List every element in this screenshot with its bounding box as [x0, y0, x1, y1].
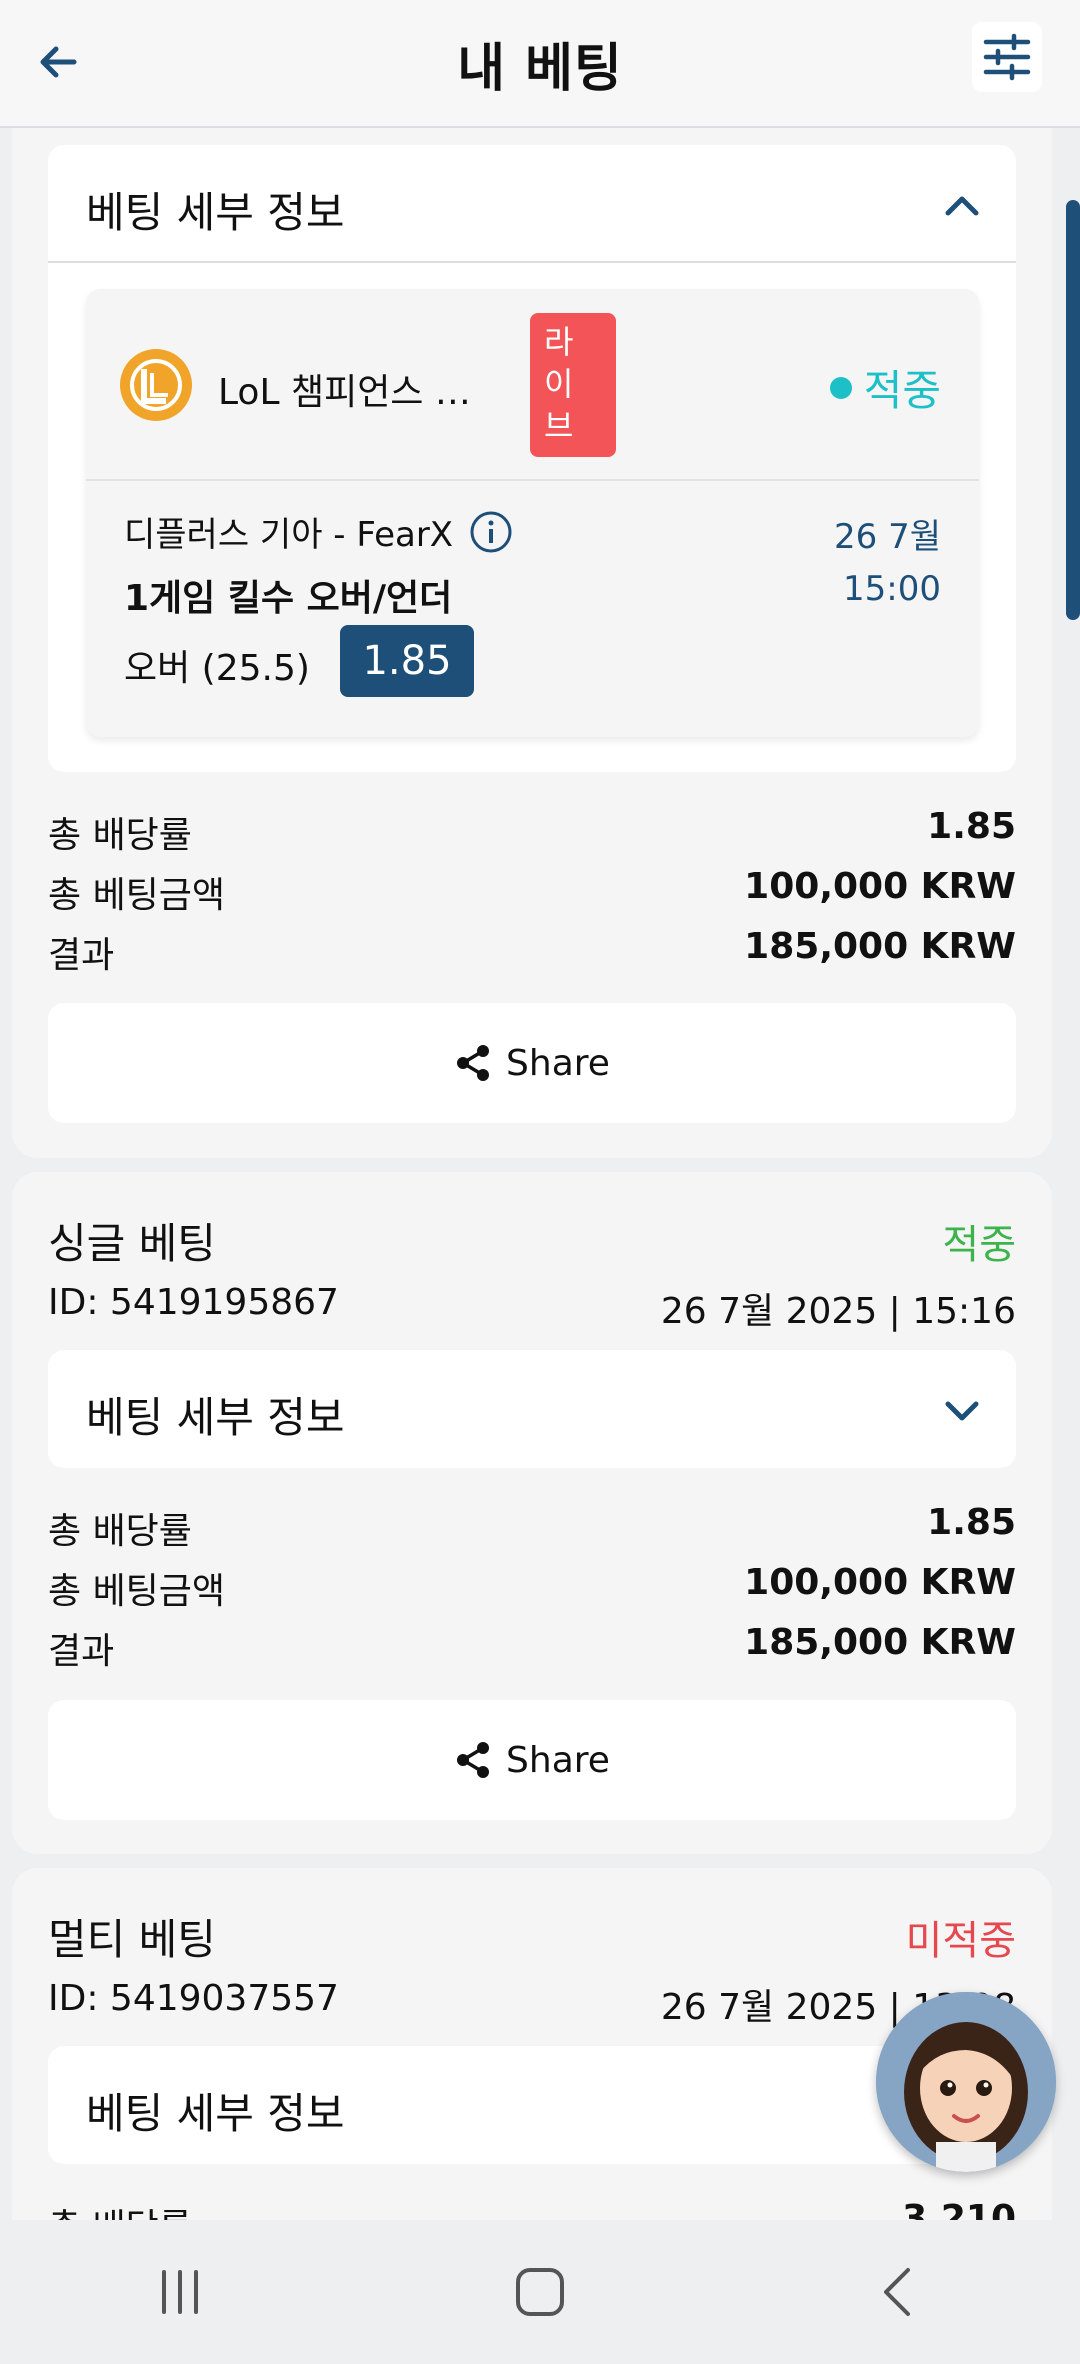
bet-id-row: ID: 5419037557 26 7월 2025 | 13:08 — [48, 1978, 1016, 2030]
match-date: 26 7월 — [834, 517, 941, 557]
bet-id-row: ID: 5419195867 26 7월 2025 | 15:16 — [48, 1282, 1016, 1334]
bet-datetime: 26 7월 2025 | 15:16 — [660, 1291, 1016, 1332]
match-name: 디플러스 기아 - FearX — [124, 507, 513, 556]
back-arrow-icon — [40, 46, 77, 78]
bet-details-panel: 베팅 세부 정보 LoL 챔피언스 … 라 이 브 적중 디플러스 기아 - F… — [48, 145, 1016, 772]
share-button[interactable]: Share — [48, 1700, 1016, 1820]
system-back-icon[interactable] — [870, 2262, 930, 2322]
total-odds-row: 총 배당률 1.85 — [48, 806, 1016, 856]
total-stake-row: 총 베팅금액 100,000 KRW — [48, 1562, 1016, 1612]
result-status: 적중 — [829, 357, 941, 418]
live-badge: 라 이 브 — [530, 313, 616, 457]
result-row: 결과 185,000 KRW — [48, 926, 1016, 976]
share-icon — [457, 1045, 490, 1081]
chevron-down-icon — [945, 1401, 979, 1421]
share-button[interactable]: Share — [48, 1003, 1016, 1123]
total-stake-row: 총 베팅금액 100,000 KRW — [48, 866, 1016, 916]
page-title: 내 베팅 — [457, 38, 623, 99]
info-icon[interactable] — [469, 510, 513, 554]
bet-id: ID: 5419195867 — [48, 1282, 339, 1323]
bet-details-header[interactable]: 베팅 세부 정보 — [48, 145, 1016, 263]
bet-details-title: 베팅 세부 정보 — [86, 188, 345, 237]
result-row: 결과 185,000 KRW — [48, 1622, 1016, 1672]
bet-card-2: 싱글 베팅 적중 ID: 5419195867 26 7월 2025 | 15:… — [12, 1172, 1052, 1854]
bet-id: ID: 5419037557 — [48, 1978, 339, 2019]
bet-type-title: 멀티 베팅 — [48, 1915, 216, 1964]
bet-status: 미적중 — [905, 1918, 1016, 1964]
selection-label: 오버 (25.5) — [124, 648, 310, 689]
filter-button[interactable] — [972, 22, 1042, 92]
assistant-avatar-button[interactable] — [876, 1992, 1056, 2172]
bet-type-title: 싱글 베팅 — [48, 1219, 216, 1268]
total-odds-row: 총 배당률 3.210 — [48, 2198, 1016, 2220]
bet-card-1: 베팅 세부 정보 LoL 챔피언스 … 라 이 브 적중 디플러스 기아 - F… — [12, 128, 1052, 1158]
back-button[interactable] — [26, 30, 90, 94]
bet-selection: LoL 챔피언스 … 라 이 브 적중 디플러스 기아 - FearX 26 7… — [86, 289, 979, 737]
scrollbar[interactable] — [1066, 200, 1080, 620]
recent-apps-icon[interactable] — [150, 2262, 210, 2322]
lol-logo-icon — [120, 349, 192, 421]
match-time: 15:00 — [843, 569, 941, 609]
share-icon — [457, 1742, 490, 1778]
selection-odds: 1.85 — [340, 625, 474, 697]
avatar-icon — [876, 1992, 1056, 2172]
market-name: 1게임 킬수 오버/언더 — [124, 578, 453, 619]
bet-details-title: 베팅 세부 정보 — [86, 1393, 345, 1442]
bet-details-collapsed[interactable]: 베팅 세부 정보 — [48, 1350, 1016, 1468]
bet-status: 적중 — [942, 1222, 1016, 1268]
filter-sliders-icon — [983, 33, 1031, 81]
bet-details-collapsed[interactable]: 베팅 세부 정보 — [48, 2046, 1016, 2164]
bet-details-title: 베팅 세부 정보 — [86, 2089, 345, 2138]
bets-list[interactable]: 베팅 세부 정보 LoL 챔피언스 … 라 이 브 적중 디플러스 기아 - F… — [0, 128, 1080, 2220]
system-nav-bar — [0, 2220, 1080, 2364]
app-header: 내 베팅 — [0, 0, 1080, 128]
total-odds-row: 총 배당률 1.85 — [48, 1502, 1016, 1552]
home-icon[interactable] — [510, 2262, 570, 2322]
chevron-up-icon — [945, 196, 979, 216]
league-name: LoL 챔피언스 … — [218, 372, 471, 413]
status-dot — [829, 376, 852, 399]
league-row: LoL 챔피언스 … 라 이 브 적중 — [86, 289, 979, 481]
